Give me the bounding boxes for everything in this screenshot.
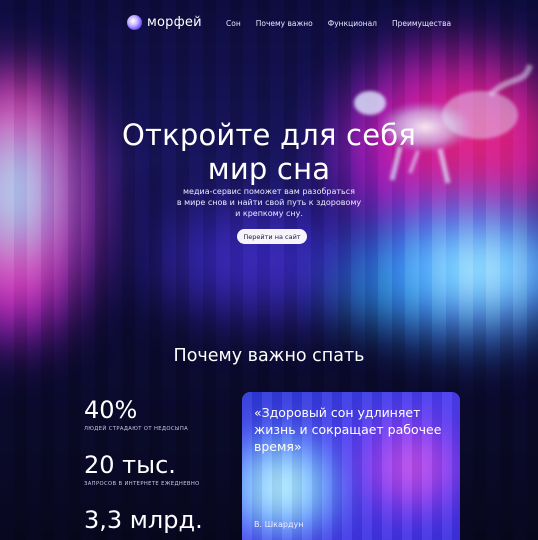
brand-logo[interactable]: морфей — [127, 15, 202, 30]
stat-item: 3,3 млрд. — [84, 506, 203, 534]
blue-glow — [320, 260, 440, 320]
hero-title: Откройте для себя мир сна — [0, 118, 538, 186]
hero-subtitle-line3: и крепкому сну. — [235, 209, 303, 218]
quote-card: «Здоровый сон удлиняет жизнь и сокращает… — [242, 392, 460, 540]
top-header: морфей Сон Почему важно Функционал Преим… — [0, 14, 538, 36]
quote-text: «Здоровый сон удлиняет жизнь и сокращает… — [254, 405, 442, 454]
stat-value: 3,3 млрд. — [84, 506, 203, 534]
hero-subtitle-line1: медиа-сервис поможет вам разобраться — [183, 187, 355, 196]
stat-value: 40% — [84, 396, 138, 424]
hero-subtitle-line2: в мире снов и найти свой путь к здоровом… — [176, 198, 362, 207]
nav-item-features[interactable]: Функционал — [328, 19, 377, 28]
stat-label: ЛЮДЕЙ СТРАДАЮТ ОТ НЕДОСЫПА — [84, 426, 189, 432]
stat-label: ЗАПРОСОВ В ИНТЕРНЕТЕ ЕЖЕДНЕВНО — [84, 481, 200, 487]
hero-title-line1: Откройте для себя — [122, 118, 416, 152]
nav-item-sleep[interactable]: Сон — [226, 19, 241, 28]
stat-item: 40% ЛЮДЕЙ СТРАДАЮТ ОТ НЕДОСЫПА — [84, 396, 188, 432]
go-to-site-button[interactable]: Перейти на сайт — [237, 229, 307, 244]
quote-author: В. Шкардун — [254, 520, 304, 529]
left-glow — [0, 70, 90, 340]
why-section-title: Почему важно спать — [173, 346, 365, 366]
right-blue-glow — [358, 200, 538, 340]
stat-value: 20 тыс. — [84, 451, 176, 479]
sphere-logo-icon — [127, 15, 142, 30]
nav-item-why-important[interactable]: Почему важно — [256, 19, 313, 28]
hero-subtitle: медиа-сервис поможет вам разобраться в м… — [164, 186, 374, 219]
landing-page: морфей Сон Почему важно Функционал Преим… — [0, 0, 538, 540]
brand-name: морфей — [147, 15, 202, 30]
main-nav: Сон Почему важно Функционал Преимущества — [226, 19, 451, 28]
nav-item-advantages[interactable]: Преимущества — [392, 19, 451, 28]
hero-title-line2: мир сна — [207, 152, 331, 186]
stat-item: 20 тыс. ЗАПРОСОВ В ИНТЕРНЕТЕ ЕЖЕДНЕВНО — [84, 451, 200, 487]
